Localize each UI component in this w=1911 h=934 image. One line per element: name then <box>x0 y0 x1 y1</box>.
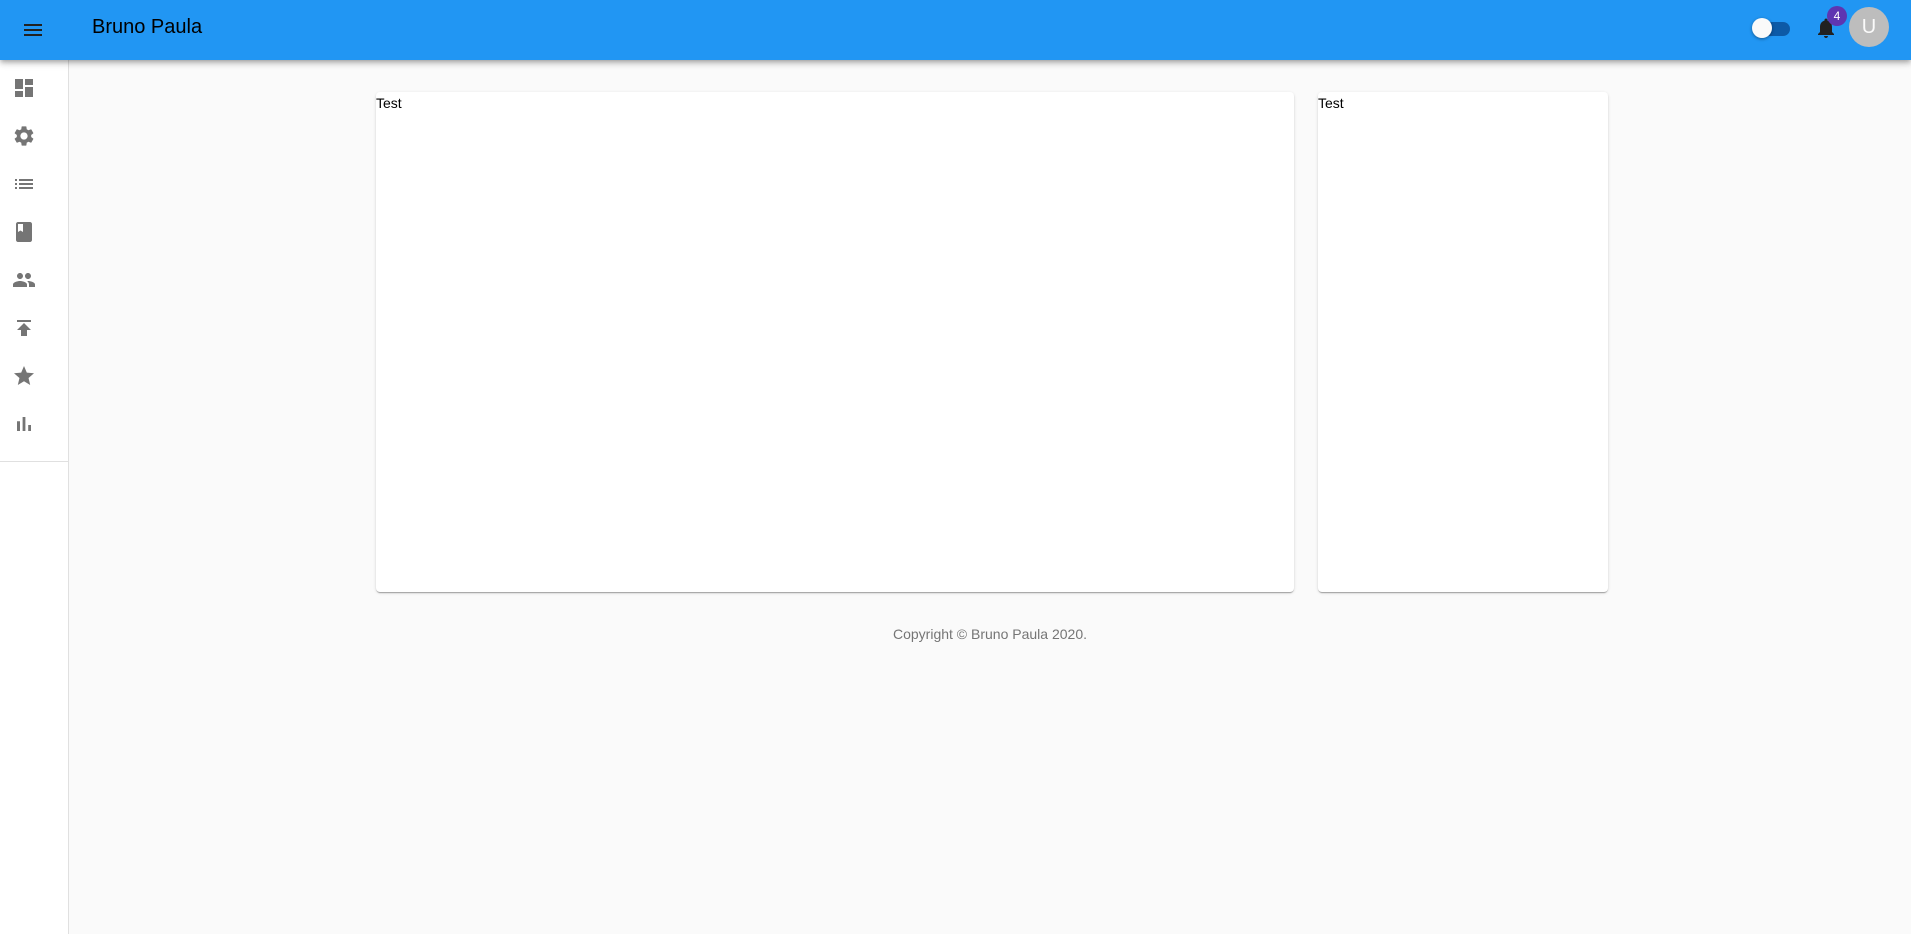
card-text: Test <box>1318 95 1344 111</box>
gear-icon <box>14 126 34 146</box>
menu-icon <box>24 24 42 36</box>
sidebar-item-starred[interactable] <box>0 352 68 400</box>
footer-copyright: Copyright © Bruno Paula 2020. <box>893 626 1087 642</box>
toggle-thumb <box>1752 18 1772 38</box>
people-icon <box>13 273 35 287</box>
app-title: Bruno Paula <box>92 16 203 38</box>
sidebar-item-publish[interactable] <box>0 304 68 352</box>
sidebar-item-book[interactable] <box>0 208 68 256</box>
list-icon <box>15 179 33 189</box>
sidebar-item-list[interactable] <box>0 160 68 208</box>
star-icon <box>14 366 34 385</box>
menu-button[interactable] <box>13 12 53 48</box>
sidebar-item-people[interactable] <box>0 256 68 304</box>
avatar[interactable]: U <box>1849 7 1889 47</box>
sidebar-item-stats[interactable] <box>0 400 68 448</box>
sidebar-item-dashboard[interactable] <box>0 64 68 112</box>
sidebar <box>0 60 69 934</box>
dashboard-icon <box>15 79 33 97</box>
bar-chart-icon <box>17 417 31 431</box>
theme-toggle[interactable] <box>1752 18 1792 38</box>
book-icon <box>16 222 32 242</box>
content-card-main: Test <box>376 92 1294 592</box>
content-card-side: Test <box>1318 92 1608 592</box>
notification-badge: 4 <box>1827 6 1847 26</box>
publish-icon <box>17 320 31 336</box>
sidebar-item-settings[interactable] <box>0 112 68 160</box>
card-text: Test <box>376 95 402 111</box>
sidebar-nav <box>0 60 68 462</box>
app-bar: Bruno Paula 4 U <box>0 0 1911 60</box>
